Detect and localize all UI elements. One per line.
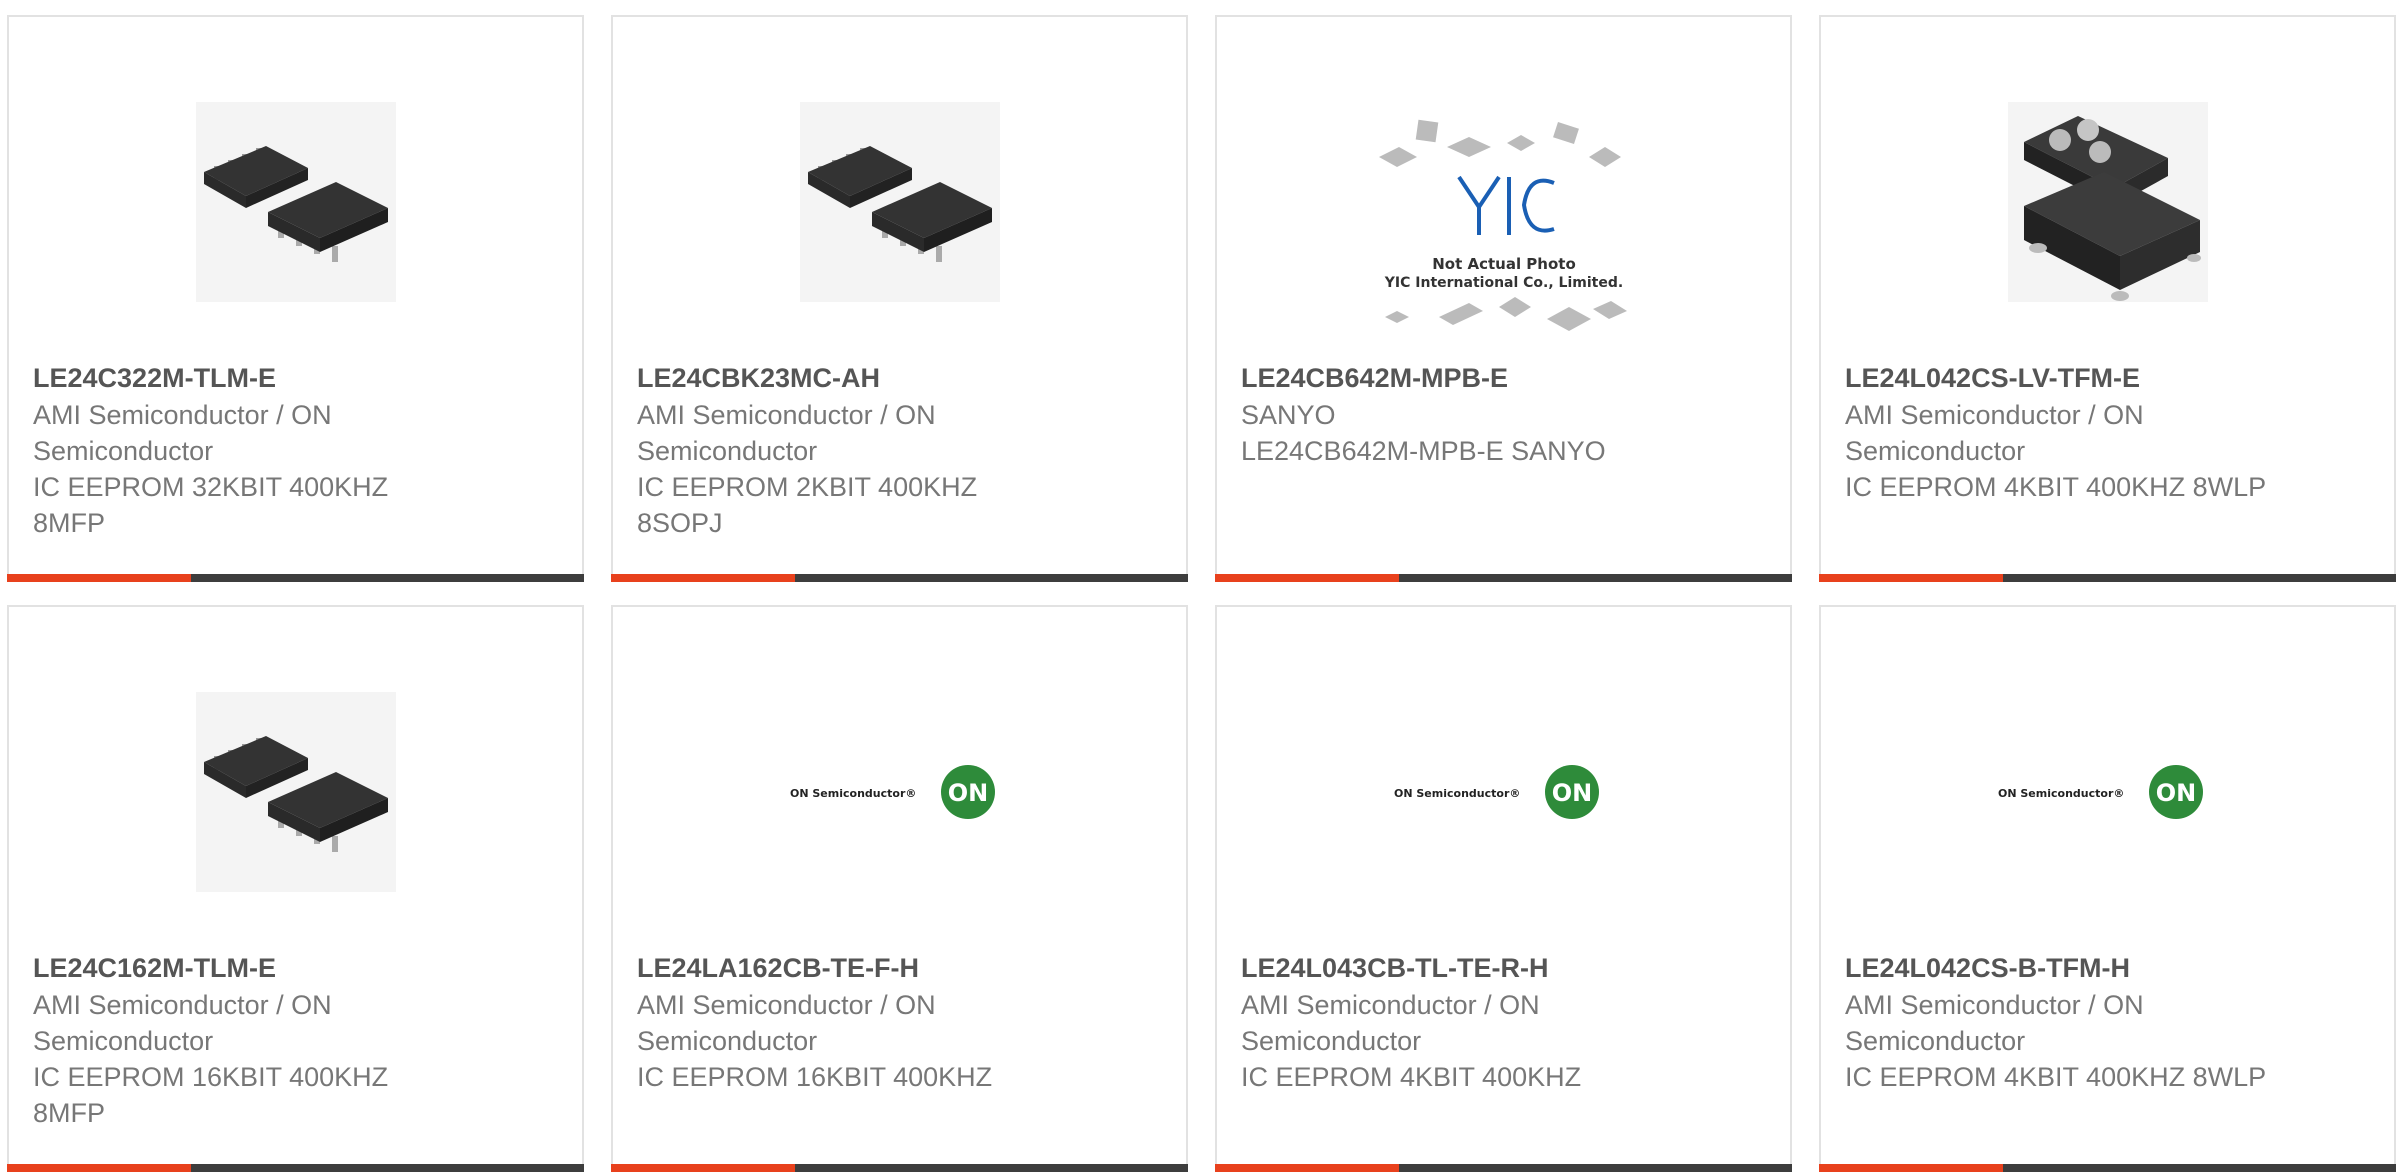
product-card[interactable]: LE24CBK23MC-AH AMI Semiconductor / ON Se… [611, 15, 1188, 582]
part-number[interactable]: LE24LA162CB-TE-F-H [637, 949, 1162, 987]
card-bottom-bar [611, 574, 1188, 582]
part-number[interactable]: LE24L043CB-TL-TE-R-H [1241, 949, 1766, 987]
on-semiconductor-wordmark: ON Semiconductor® [790, 787, 916, 800]
product-card[interactable]: Not Actual Photo YIC International Co., … [1215, 15, 1792, 582]
part-number[interactable]: LE24CB642M-MPB-E [1241, 359, 1766, 397]
manufacturer: SANYO [1241, 400, 1336, 430]
manufacturer: AMI Semiconductor / ON Semiconductor [1241, 990, 1540, 1056]
product-card[interactable]: ON Semiconductor® ON LE24L043CB-TL-TE-R-… [1215, 605, 1792, 1172]
description: IC EEPROM 4KBIT 400KHZ [1241, 1062, 1582, 1092]
manufacturer: AMI Semiconductor / ON Semiconductor [637, 990, 936, 1056]
product-card[interactable]: ON Semiconductor® ON LE24LA162CB-TE-F-H … [611, 605, 1188, 1172]
card-bottom-bar [1819, 1164, 2396, 1172]
manufacturer: AMI Semiconductor / ON Semiconductor [637, 400, 936, 466]
on-badge-text: ON [1551, 779, 1592, 807]
product-card[interactable]: ON Semiconductor® ON LE24L042CS-B-TFM-H … [1819, 605, 2396, 1172]
description: IC EEPROM 16KBIT 400KHZ 8MFP [33, 1062, 389, 1128]
description: IC EEPROM 16KBIT 400KHZ [637, 1062, 993, 1092]
product-card[interactable]: LE24C322M-TLM-E AMI Semiconductor / ON S… [7, 15, 584, 582]
manufacturer: AMI Semiconductor / ON Semiconductor [33, 990, 332, 1056]
on-semiconductor-logo: ON Semiconductor® ON [1821, 667, 2394, 917]
on-semiconductor-logo: ON Semiconductor® ON [1217, 667, 1790, 917]
soic8-chip-icon [9, 667, 582, 917]
on-semiconductor-wordmark: ON Semiconductor® [1394, 787, 1520, 800]
card-bottom-bar [1215, 1164, 1792, 1172]
soic8-chip-icon [9, 77, 582, 327]
part-number[interactable]: LE24L042CS-B-TFM-H [1845, 949, 2370, 987]
on-semiconductor-logo: ON Semiconductor® ON [613, 667, 1186, 917]
manufacturer: AMI Semiconductor / ON Semiconductor [1845, 990, 2144, 1056]
yic-company-text: YIC International Co., Limited. [1383, 275, 1622, 291]
part-number[interactable]: LE24C162M-TLM-E [33, 949, 558, 987]
card-bottom-bar [1215, 574, 1792, 582]
part-number[interactable]: LE24CBK23MC-AH [637, 359, 1162, 397]
wlp-chip-icon [1821, 77, 2394, 327]
on-badge-text: ON [2155, 779, 2196, 807]
card-bottom-bar [7, 1164, 584, 1172]
part-number[interactable]: LE24C322M-TLM-E [33, 359, 558, 397]
manufacturer: AMI Semiconductor / ON Semiconductor [33, 400, 332, 466]
product-card[interactable]: LE24C162M-TLM-E AMI Semiconductor / ON S… [7, 605, 584, 1172]
yic-not-actual-photo-icon: Not Actual Photo YIC International Co., … [1217, 97, 1790, 357]
soic8-chip-icon [613, 77, 1186, 327]
description: IC EEPROM 4KBIT 400KHZ 8WLP [1845, 1062, 2267, 1092]
part-number[interactable]: LE24L042CS-LV-TFM-E [1845, 359, 2370, 397]
not-actual-photo-text: Not Actual Photo [1432, 255, 1576, 273]
manufacturer: AMI Semiconductor / ON Semiconductor [1845, 400, 2144, 466]
description: IC EEPROM 4KBIT 400KHZ 8WLP [1845, 472, 2267, 502]
card-bottom-bar [611, 1164, 1188, 1172]
on-badge-text: ON [947, 779, 988, 807]
card-bottom-bar [1819, 574, 2396, 582]
description: LE24CB642M-MPB-E SANYO [1241, 436, 1606, 466]
product-card[interactable]: LE24L042CS-LV-TFM-E AMI Semiconductor / … [1819, 15, 2396, 582]
product-grid: LE24C322M-TLM-E AMI Semiconductor / ON S… [0, 0, 2400, 1172]
description: IC EEPROM 32KBIT 400KHZ 8MFP [33, 472, 389, 538]
card-bottom-bar [7, 574, 584, 582]
on-semiconductor-wordmark: ON Semiconductor® [1998, 787, 2124, 800]
description: IC EEPROM 2KBIT 400KHZ 8SOPJ [637, 472, 978, 538]
